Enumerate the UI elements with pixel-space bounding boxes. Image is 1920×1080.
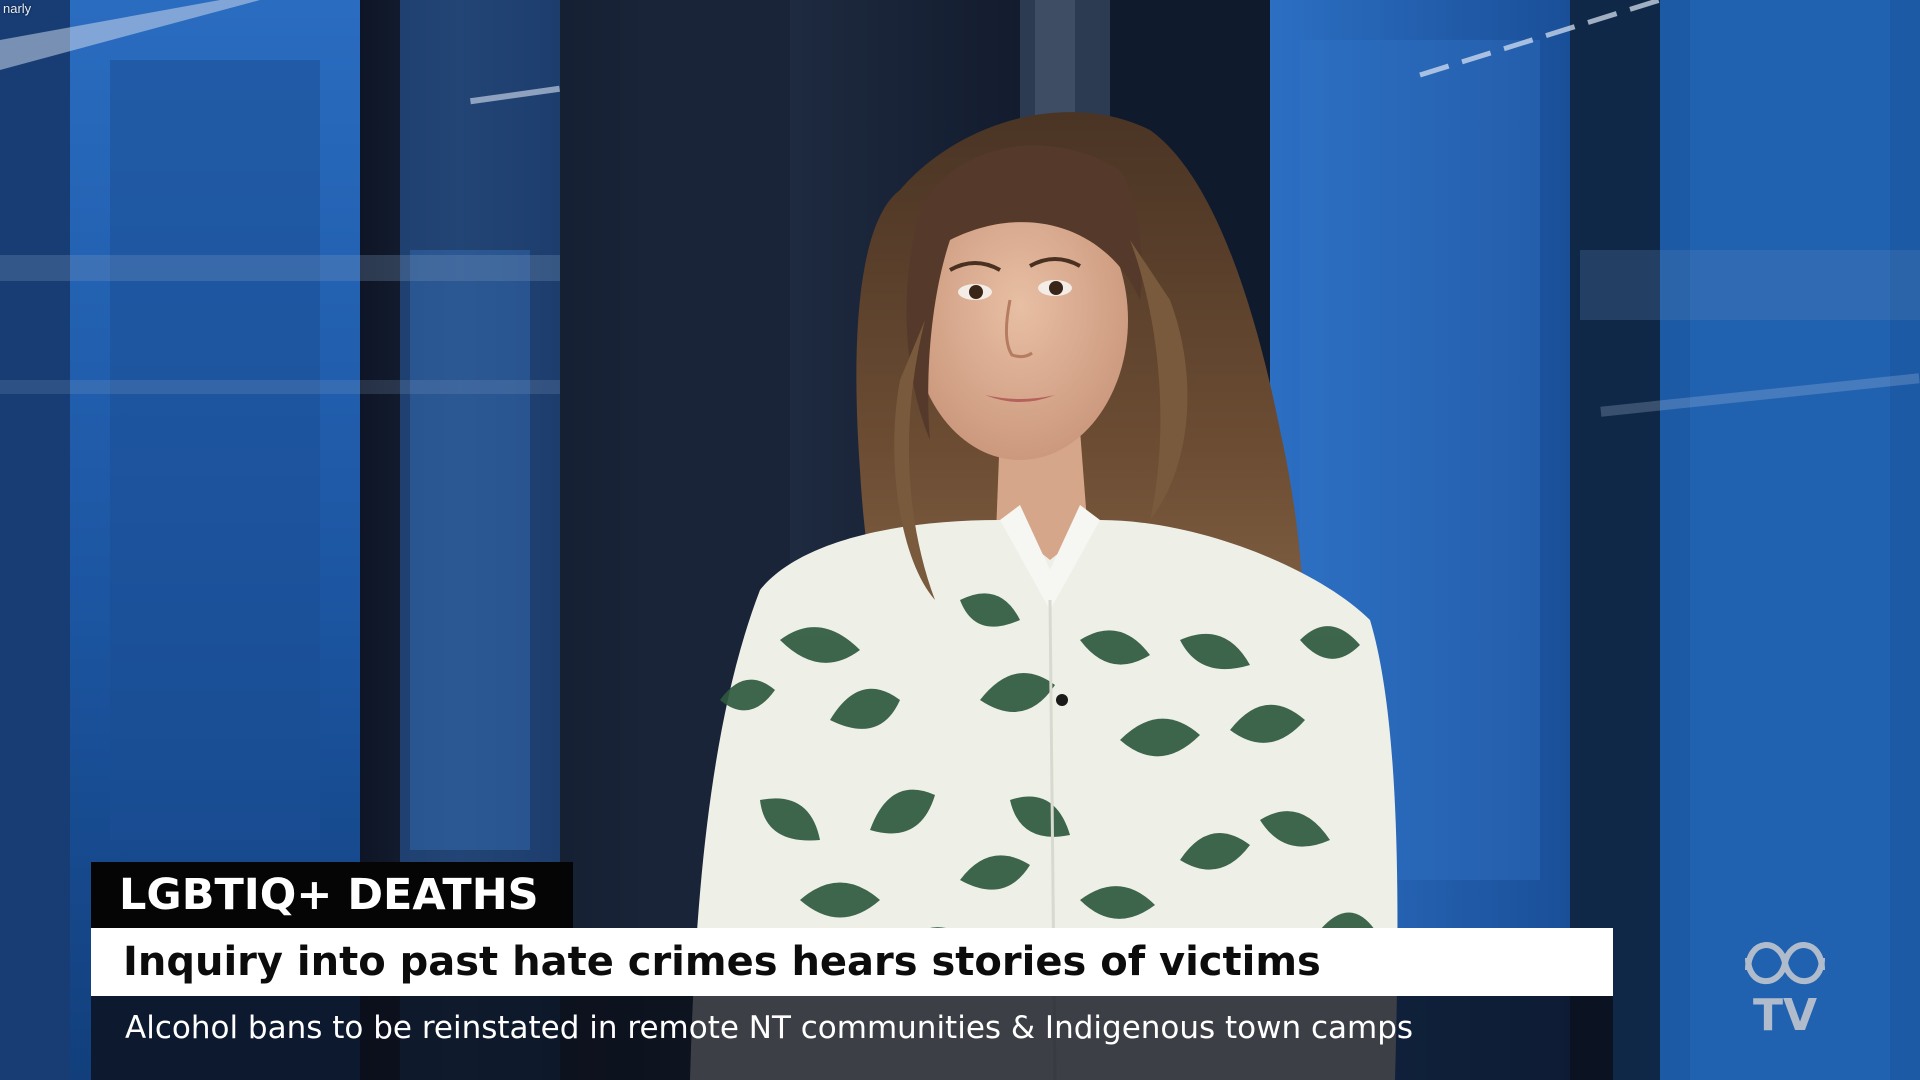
- headline-banner: Inquiry into past hate crimes hears stor…: [91, 928, 1613, 996]
- news-ticker: Alcohol bans to be reinstated in remote …: [91, 996, 1613, 1080]
- left-edge-panel: [0, 0, 70, 1080]
- news-broadcast-frame: narly LGBTIQ+ DEATHS Inquiry into past h…: [0, 0, 1920, 1080]
- lapel-microphone: [1056, 694, 1068, 706]
- logo-tv-label: TV: [1753, 990, 1817, 1038]
- abc-tv-logo-icon: TV: [1745, 942, 1825, 1038]
- topic-banner: LGBTIQ+ DEATHS: [91, 862, 573, 928]
- corner-label: narly: [3, 1, 32, 16]
